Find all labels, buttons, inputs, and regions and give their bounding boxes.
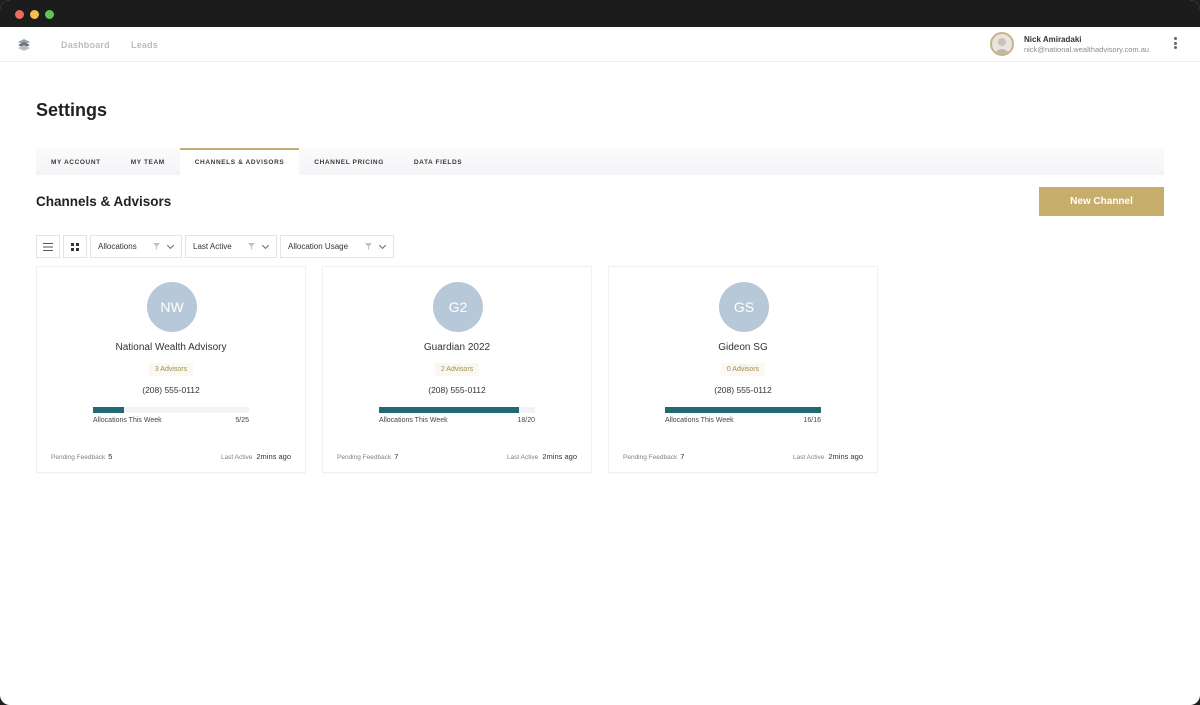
allocation-value: 16/16 <box>803 417 821 424</box>
chevron-down-icon <box>261 241 270 249</box>
chevron-down-icon <box>378 241 387 249</box>
last-active-label: Last Active <box>220 454 253 461</box>
tab-my-account[interactable]: MY ACCOUNT <box>36 148 116 175</box>
channel-name: Guardian 2022 <box>423 342 491 353</box>
allocation-label: Allocations This Week <box>379 417 448 424</box>
window-titlebar <box>0 0 1200 27</box>
list-icon <box>43 242 53 251</box>
close-window-button[interactable] <box>15 10 24 19</box>
allocation-progress-bar <box>93 407 249 413</box>
pending-feedback: Pending Feedback 5 <box>51 452 112 461</box>
channel-card[interactable]: G2 Guardian 2022 2 Advisors (208) 555-01… <box>322 266 592 473</box>
nav-link-dashboard[interactable]: Dashboard <box>61 40 110 50</box>
settings-tabs: MY ACCOUNT MY TEAM CHANNELS & ADVISORS C… <box>36 148 1164 175</box>
pending-feedback-label: Pending Feedback <box>337 454 392 461</box>
user-portrait-icon <box>994 38 1010 54</box>
channel-avatar: NW <box>147 282 197 332</box>
filter-label: Allocations <box>98 242 137 251</box>
last-active-label: Last Active <box>506 454 539 461</box>
allocation-progress-bar <box>665 407 821 413</box>
channel-phone: (208) 555-0112 <box>142 385 200 395</box>
user-name: Nick Amiradaki <box>1024 35 1082 44</box>
pending-feedback: Pending Feedback 7 <box>623 452 684 461</box>
filter-allocation-usage[interactable]: Allocation Usage <box>280 235 394 258</box>
more-options-icon[interactable] <box>1172 37 1178 51</box>
filter-label: Last Active <box>193 242 232 251</box>
minimize-window-button[interactable] <box>30 10 39 19</box>
advisors-badge[interactable]: 3 Advisors <box>148 363 194 376</box>
last-active: Last Active 2mins ago <box>507 452 577 461</box>
channel-cards: NW National Wealth Advisory 3 Advisors (… <box>36 266 878 473</box>
tab-channels-advisors[interactable]: CHANNELS & ADVISORS <box>179 148 300 175</box>
pending-feedback-value: 5 <box>108 452 113 461</box>
channel-avatar: GS <box>719 282 769 332</box>
top-navigation: Dashboard Leads Nick Amiradaki nick@nati… <box>0 27 1200 62</box>
pending-feedback-label: Pending Feedback <box>623 454 678 461</box>
filter-last-active[interactable]: Last Active <box>185 235 277 258</box>
allocation-value: 5/25 <box>235 417 249 424</box>
last-active-label: Last Active <box>792 454 825 461</box>
pending-feedback: Pending Feedback 7 <box>337 452 398 461</box>
list-view-button[interactable] <box>36 235 60 258</box>
tab-data-fields[interactable]: DATA FIELDS <box>399 148 477 175</box>
grid-icon <box>71 242 79 251</box>
filter-icon <box>365 243 372 250</box>
filter-icon <box>153 243 160 250</box>
new-channel-button[interactable]: New Channel <box>1039 187 1164 216</box>
channel-card[interactable]: GS Gideon SG 0 Advisors (208) 555-0112 A… <box>608 266 878 473</box>
last-active: Last Active 2mins ago <box>221 452 291 461</box>
filter-label: Allocation Usage <box>288 242 349 251</box>
maximize-window-button[interactable] <box>45 10 54 19</box>
section-title: Channels & Advisors <box>36 194 172 209</box>
channel-phone: (208) 555-0112 <box>428 385 486 395</box>
channel-card[interactable]: NW National Wealth Advisory 3 Advisors (… <box>36 266 306 473</box>
allocation-label: Allocations This Week <box>93 417 162 424</box>
allocation-value: 18/20 <box>517 417 535 424</box>
filter-allocations[interactable]: Allocations <box>90 235 182 258</box>
page-title: Settings <box>36 100 108 120</box>
pending-feedback-label: Pending Feedback <box>51 454 106 461</box>
last-active-value: 2mins ago <box>256 452 291 461</box>
nav-link-leads[interactable]: Leads <box>131 40 158 50</box>
advisors-badge[interactable]: 0 Advisors <box>720 363 766 376</box>
allocation-progress-fill <box>665 407 821 413</box>
last-active-value: 2mins ago <box>542 452 577 461</box>
last-active: Last Active 2mins ago <box>793 452 863 461</box>
allocation-progress-fill <box>379 407 520 413</box>
allocation-progress-bar <box>379 407 535 413</box>
channel-avatar: G2 <box>433 282 483 332</box>
tab-my-team[interactable]: MY TEAM <box>116 148 180 175</box>
allocation-label: Allocations This Week <box>665 417 734 424</box>
channel-name: National Wealth Advisory <box>115 342 227 353</box>
view-filter-toolbar: Allocations Last Active Allocation Usage <box>36 235 394 258</box>
last-active-value: 2mins ago <box>828 452 863 461</box>
channel-name: Gideon SG <box>718 342 768 353</box>
filter-icon <box>248 243 255 250</box>
pending-feedback-value: 7 <box>680 452 685 461</box>
allocation-progress-fill <box>93 407 125 413</box>
user-avatar[interactable] <box>990 32 1014 56</box>
pending-feedback-value: 7 <box>394 452 399 461</box>
user-email: nick@national.wealthadvisory.com.au <box>1024 45 1150 54</box>
tab-channel-pricing[interactable]: CHANNEL PRICING <box>299 148 399 175</box>
app-window: Dashboard Leads Nick Amiradaki nick@nati… <box>0 0 1200 705</box>
app-logo-icon[interactable] <box>16 37 32 53</box>
grid-view-button[interactable] <box>63 235 87 258</box>
chevron-down-icon <box>166 241 175 249</box>
channel-phone: (208) 555-0112 <box>714 385 772 395</box>
advisors-badge[interactable]: 2 Advisors <box>434 363 480 376</box>
